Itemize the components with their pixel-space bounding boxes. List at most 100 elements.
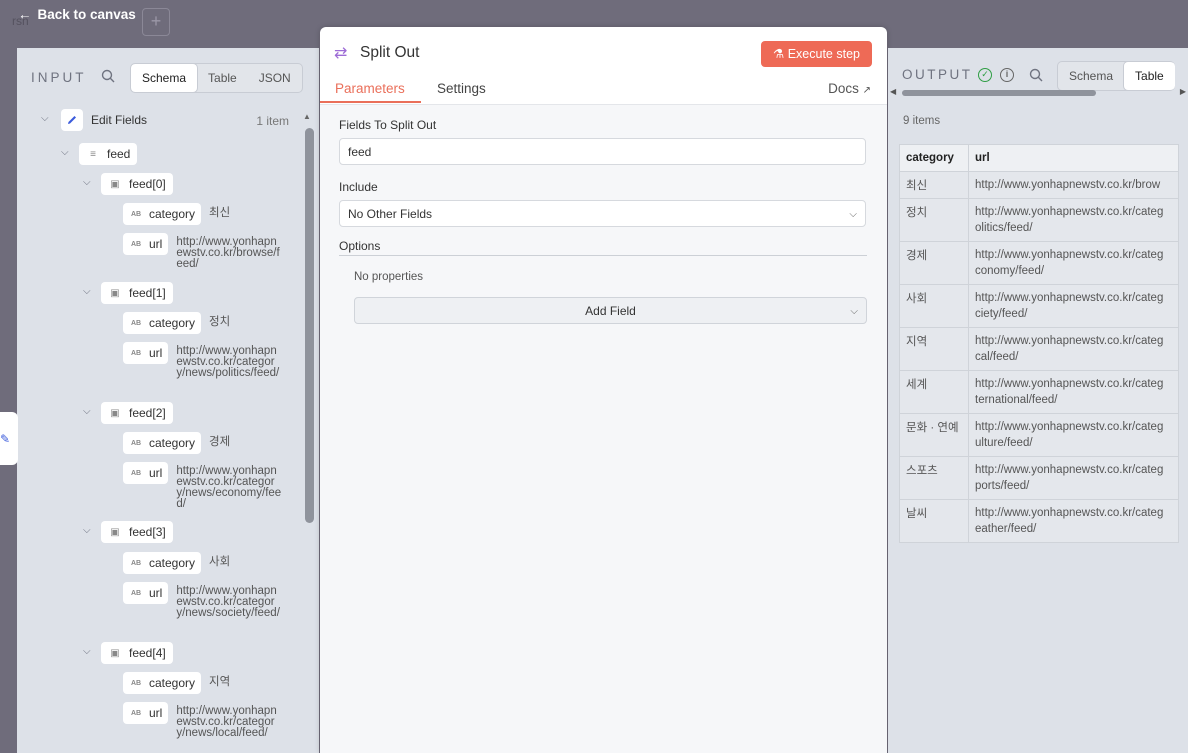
url-cell: http://www.yonhapnewstv.co.kr/categ ports… (968, 456, 1179, 500)
url-cell: http://www.yonhapnewstv.co.kr/categ terna… (968, 370, 1179, 414)
node-tabs: Parameters Settings Docs ↗ (320, 77, 887, 105)
field-row-url: AB url http://www.yonhapnewstv.co.kr/brow… (123, 233, 282, 270)
feed-item-pill: ▣ feed[4] (101, 642, 173, 664)
scroll-up-arrow-icon[interactable]: ▲ (303, 112, 311, 121)
key-pill: AB url (123, 462, 169, 484)
tab-schema[interactable]: Schema (131, 64, 198, 92)
key-pill: AB url (123, 702, 169, 724)
split-out-icon: ⇄ (334, 45, 348, 62)
table-row: 문화 · 연예 http://www.yonhapnewstv.co.kr/ca… (899, 413, 1179, 457)
tree-node-feed[interactable]: ⌵ ≡ feed (61, 143, 138, 165)
chevron-down-icon[interactable]: ⌵ (83, 282, 95, 302)
back-to-canvas-button[interactable]: ← Back to canvas (18, 7, 136, 22)
input-title: INPUT (31, 70, 87, 85)
input-node-handle[interactable]: ✎ (0, 412, 18, 465)
url-cell: http://www.yonhapnewstv.co.kr/categ ultur… (968, 413, 1179, 457)
output-title: OUTPUT (902, 67, 973, 82)
url-line: eather/feed/ (975, 523, 1037, 535)
category-value: 사회 (209, 556, 231, 568)
chevron-down-icon[interactable]: ⌵ (41, 109, 53, 129)
chevron-down-icon[interactable]: ⌵ (83, 402, 95, 422)
fields-to-split-label: Fields To Split Out (339, 118, 437, 132)
category-value: 경제 (209, 436, 231, 448)
flask-icon: ⚗ (773, 47, 785, 61)
column-header-category[interactable]: category (899, 144, 969, 172)
url-cell: http://www.yonhapnewstv.co.kr/categ ciety… (968, 284, 1179, 328)
table-row: 경제 http://www.yonhapnewstv.co.kr/categ co… (899, 241, 1179, 285)
parameters-panel: Fields To Split Out feed Include No Othe… (320, 105, 887, 753)
items-count: 9 items (903, 115, 941, 127)
input-scrollbar-thumb[interactable] (305, 128, 314, 523)
category-cell: 사회 (899, 284, 969, 328)
options-label: Options (339, 239, 381, 253)
tree-node-feed-1[interactable]: ⌵ ▣ feed[1] (83, 282, 173, 304)
chevron-down-icon[interactable]: ⌵ (61, 143, 73, 163)
url-line: http://www.yonhapnewstv.co.kr/categ (975, 335, 1164, 347)
tree-node-feed-0[interactable]: ⌵ ▣ feed[0] (83, 173, 173, 195)
chevron-down-icon[interactable]: ⌵ (83, 521, 95, 541)
table-row: 세계 http://www.yonhapnewstv.co.kr/categ te… (899, 370, 1179, 414)
feed-item-label: feed[0] (129, 177, 166, 191)
url-line: ports/feed/ (975, 480, 1030, 492)
add-field-label: Add Field (585, 304, 636, 318)
include-select[interactable]: No Other Fields ⌵ (339, 200, 866, 227)
input-panel: INPUT Schema Table JSON ⌵ Edit Fields 1 … (17, 48, 319, 753)
scroll-right-arrow-icon[interactable]: ▶ (1180, 87, 1186, 96)
key-label: url (149, 586, 163, 600)
key-label: category (149, 207, 196, 221)
search-icon[interactable] (101, 69, 115, 83)
category-cell: 최신 (899, 171, 969, 199)
back-to-canvas-label: Back to canvas (37, 7, 136, 22)
category-cell: 경제 (899, 241, 969, 285)
key-pill: AB category (123, 312, 202, 334)
tab-settings[interactable]: Settings (437, 81, 486, 96)
search-icon[interactable] (1029, 68, 1043, 82)
output-scrollbar-thumb[interactable] (902, 90, 1096, 96)
url-cell: http://www.yonhapnewstv.co.kr/categ conom… (968, 241, 1179, 285)
key-pill: AB category (123, 203, 202, 225)
tree-node-feed-2[interactable]: ⌵ ▣ feed[2] (83, 402, 173, 424)
tab-parameters[interactable]: Parameters (335, 81, 405, 96)
tab-json[interactable]: JSON (248, 64, 302, 92)
field-row-url: AB url http://www.yonhapnewstv.co.kr/cate… (123, 702, 282, 739)
docs-link[interactable]: Docs ↗ (828, 81, 871, 96)
chevron-down-icon[interactable]: ⌵ (83, 173, 95, 193)
output-table: category url 최신 http://www.yonhapnewstv.… (899, 144, 1179, 543)
url-value: http://www.yonhapnewstv.co.kr/category/n… (176, 465, 282, 510)
feed-label: feed (107, 147, 131, 161)
execute-step-button[interactable]: ⚗ Execute step (761, 41, 872, 67)
url-line: http://www.yonhapnewstv.co.kr/categ (975, 292, 1164, 304)
field-row-category: AB category 최신 (123, 203, 230, 225)
field-row-category: AB category 지역 (123, 672, 230, 694)
url-value: http://www.yonhapnewstv.co.kr/category/n… (176, 585, 280, 619)
tree-node-feed-3[interactable]: ⌵ ▣ feed[3] (83, 521, 173, 543)
add-field-button[interactable]: Add Field ⌵ (354, 297, 867, 324)
url-line: cal/feed/ (975, 351, 1019, 363)
category-cell: 문화 · 연예 (899, 413, 969, 457)
node-title[interactable]: Split Out (360, 44, 419, 62)
string-type-icon: AB (130, 589, 142, 597)
tab-table[interactable]: Table (197, 64, 248, 92)
tree-node-feed-4[interactable]: ⌵ ▣ feed[4] (83, 642, 173, 664)
field-row-url: AB url http://www.yonhapnewstv.co.kr/cate… (123, 342, 282, 379)
url-line: http://www.yonhapnewstv.co.kr/categ (975, 421, 1164, 433)
include-value: No Other Fields (348, 207, 433, 221)
table-row: 스포츠 http://www.yonhapnewstv.co.kr/categ p… (899, 456, 1179, 500)
key-label: url (149, 237, 163, 251)
input-panel-header: INPUT Schema Table JSON (17, 48, 319, 106)
scroll-left-arrow-icon[interactable]: ◀ (890, 87, 896, 96)
tab-schema[interactable]: Schema (1058, 62, 1124, 90)
column-header-url[interactable]: url (968, 144, 1179, 172)
string-type-icon: AB (130, 469, 142, 477)
url-line: http://www.yonhapnewstv.co.kr/categ (975, 249, 1164, 261)
fields-to-split-input[interactable]: feed (339, 138, 866, 165)
key-label: url (149, 466, 163, 480)
key-pill: AB category (123, 672, 202, 694)
options-divider (339, 255, 867, 256)
info-icon[interactable]: i (1000, 68, 1014, 82)
chevron-down-icon[interactable]: ⌵ (83, 642, 95, 662)
category-cell: 지역 (899, 327, 969, 371)
string-type-icon: AB (130, 349, 142, 357)
tab-table[interactable]: Table (1124, 62, 1175, 90)
add-node-button[interactable]: + (142, 8, 170, 36)
